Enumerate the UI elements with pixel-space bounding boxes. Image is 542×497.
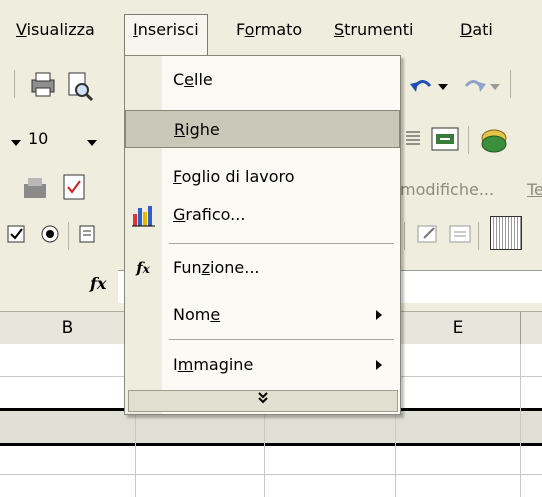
menu-formato[interactable]: Formato [228,15,310,45]
column-header-e[interactable]: E [396,312,521,344]
checkbox-control-icon[interactable] [6,220,38,252]
double-chevron-down-icon [258,392,268,404]
print-icon[interactable] [28,70,60,102]
font-size-value[interactable]: 10 [28,124,48,154]
menu-visualizza[interactable]: Visualizza [8,15,103,45]
list-box-icon[interactable] [78,220,110,252]
column-header-b[interactable]: B [0,312,136,344]
font-size-dropdown-icon[interactable] [10,134,22,153]
checklist-icon[interactable] [60,172,92,204]
merge-center-icon[interactable] [430,124,462,156]
menu-strumenti[interactable]: Strumenti [326,15,421,45]
menu-item-righe[interactable]: Righe [125,110,400,148]
submenu-arrow-icon [376,310,382,320]
menu-bar: Visualizza Inserisci Formato Strumenti D… [0,0,542,57]
menu-item-nome[interactable]: Nome [125,296,400,334]
view-code-icon[interactable] [446,220,478,252]
chart-icon [131,204,155,227]
menu-item-celle[interactable]: Celle [125,61,400,99]
undo-icon[interactable] [406,70,438,102]
truncated-toolbar-label[interactable]: Te [527,176,542,204]
insert-menu: Celle Righe Foglio di lavoro Grafico... … [124,55,401,415]
redo-icon[interactable] [458,70,490,102]
submenu-arrow-icon [376,360,382,370]
menu-dati[interactable]: Dati [452,15,501,45]
reviewing-pane-icon[interactable] [20,174,52,206]
print-preview-icon[interactable] [64,70,96,102]
track-changes-label[interactable]: modifiche... [400,176,494,204]
control-properties-icon[interactable] [414,220,446,252]
menu-item-funzione[interactable]: fx Funzione... [125,249,400,287]
menu-item-immagine[interactable]: Immagine [125,346,400,384]
function-icon: fx [136,259,150,277]
toggle-grid-icon[interactable] [490,216,522,250]
selected-row[interactable] [0,411,542,443]
menu-item-grafico[interactable]: Grafico... [125,196,400,234]
menu-inserisci[interactable]: Inserisci [124,14,208,57]
font-size-arrow-icon[interactable] [86,134,98,153]
column-header-f[interactable] [521,312,542,344]
menu-item-foglio-di-lavoro[interactable]: Foglio di lavoro [125,158,400,196]
insert-function-icon[interactable]: fx [90,274,106,293]
redo-dropdown-icon[interactable] [488,70,520,102]
expand-menu-button[interactable] [128,390,398,412]
option-button-icon[interactable] [38,220,70,252]
currency-icon[interactable] [478,124,510,156]
